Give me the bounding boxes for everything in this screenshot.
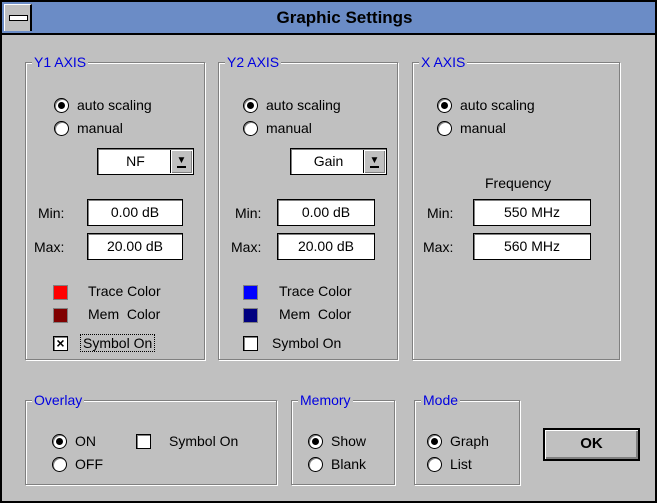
y2-trace-color-label: Trace Color (279, 283, 352, 299)
overlay-label: Overlay (32, 391, 85, 409)
y2-symbol-on-checkbox[interactable]: Symbol On (243, 333, 343, 353)
y2-auto-scaling-label: auto scaling (266, 97, 341, 113)
radio-unselected-icon (308, 456, 323, 472)
y2-min-label: Min: (235, 205, 262, 221)
mode-graph-label: Graph (450, 433, 489, 449)
y2-parameter-dropdown[interactable]: Gain ▼ (290, 148, 387, 175)
overlay-symbol-on-checkbox[interactable]: Symbol On (136, 431, 238, 451)
radio-selected-icon (437, 97, 452, 113)
radio-selected-icon (243, 97, 258, 113)
y1-min-field[interactable]: 0.00 dB (87, 199, 183, 226)
y2-axis-group: Y2 AXIS auto scaling manual Gain ▼ Min: … (218, 53, 398, 360)
x-min-field[interactable]: 550 MHz (473, 199, 591, 226)
y1-parameter-value: NF (126, 153, 145, 169)
y1-max-field[interactable]: 20.00 dB (87, 233, 183, 260)
mode-list-label: List (450, 456, 472, 472)
memory-label: Memory (298, 391, 353, 409)
x-max-field[interactable]: 560 MHz (473, 233, 591, 260)
y2-parameter-value: Gain (313, 153, 344, 169)
graphic-settings-window: Graphic Settings Y1 AXIS auto scaling ma… (0, 0, 657, 503)
overlay-off-label: OFF (75, 456, 103, 472)
checkbox-unchecked-icon (243, 335, 258, 351)
x-auto-scaling-label: auto scaling (460, 97, 535, 113)
y1-symbol-on-label: Symbol On (80, 334, 156, 352)
y2-max-field[interactable]: 20.00 dB (277, 233, 375, 260)
radio-unselected-icon (437, 120, 452, 136)
x-manual-label: manual (460, 120, 506, 136)
system-menu-button[interactable] (4, 4, 32, 31)
memory-blank-radio[interactable]: Blank (308, 454, 366, 474)
y1-symbol-on-checkbox[interactable]: × Symbol On (53, 333, 156, 353)
radio-selected-icon (308, 433, 323, 449)
title-bar: Graphic Settings (2, 2, 655, 35)
radio-unselected-icon (52, 456, 67, 472)
memory-group: Memory Show Blank (291, 391, 395, 485)
y2-max-label: Max: (231, 239, 262, 255)
ok-button[interactable]: OK (543, 428, 640, 461)
overlay-on-label: ON (75, 433, 96, 449)
mode-label: Mode (421, 391, 461, 409)
y1-axis-label: Y1 AXIS (32, 53, 89, 71)
radio-unselected-icon (243, 120, 258, 136)
mode-group: Mode Graph List (414, 391, 520, 485)
x-max-label: Max: (423, 239, 454, 255)
y2-mem-color-swatch[interactable] (243, 308, 258, 323)
y1-auto-scaling-label: auto scaling (77, 97, 152, 113)
y1-axis-group: Y1 AXIS auto scaling manual NF ▼ Min: 0.… (25, 53, 205, 360)
y1-mem-color-swatch[interactable] (53, 308, 68, 323)
x-frequency-heading: Frequency (485, 175, 552, 191)
y1-manual-radio[interactable]: manual (54, 118, 123, 138)
y2-mem-color-label: Mem Color (279, 306, 352, 322)
y1-min-label: Min: (38, 205, 65, 221)
y2-auto-scaling-radio[interactable]: auto scaling (243, 95, 341, 115)
x-min-label: Min: (427, 205, 454, 221)
y1-auto-scaling-radio[interactable]: auto scaling (54, 95, 152, 115)
y1-trace-color-label: Trace Color (88, 283, 161, 299)
memory-show-radio[interactable]: Show (308, 431, 366, 451)
system-menu-icon (9, 15, 28, 21)
memory-show-label: Show (331, 433, 367, 449)
x-axis-group: X AXIS auto scaling manual Frequency Min… (412, 53, 620, 360)
y1-mem-color-label: Mem Color (88, 306, 161, 322)
mode-list-radio[interactable]: List (427, 454, 472, 474)
y2-manual-radio[interactable]: manual (243, 118, 312, 138)
overlay-symbol-on-label: Symbol On (169, 433, 239, 449)
window-title: Graphic Settings (276, 8, 413, 27)
y2-trace-color-swatch[interactable] (243, 285, 258, 300)
radio-selected-icon (52, 433, 67, 449)
dropdown-arrow-icon[interactable]: ▼ (170, 150, 192, 173)
radio-unselected-icon (54, 120, 69, 136)
radio-selected-icon (427, 433, 442, 449)
x-auto-scaling-radio[interactable]: auto scaling (437, 95, 535, 115)
checkbox-checked-icon: × (53, 335, 68, 351)
y1-trace-color-swatch[interactable] (53, 285, 68, 300)
y1-max-label: Max: (34, 239, 65, 255)
y2-manual-label: manual (266, 120, 312, 136)
y2-symbol-on-label: Symbol On (272, 335, 342, 351)
dropdown-arrow-icon[interactable]: ▼ (363, 150, 385, 173)
radio-unselected-icon (427, 456, 442, 472)
y1-manual-label: manual (77, 120, 123, 136)
x-manual-radio[interactable]: manual (437, 118, 506, 138)
checkbox-unchecked-icon (136, 433, 151, 449)
radio-selected-icon (54, 97, 69, 113)
overlay-on-radio[interactable]: ON (52, 431, 96, 451)
memory-blank-label: Blank (331, 456, 367, 472)
overlay-group: Overlay ON OFF Symbol On (25, 391, 277, 485)
mode-graph-radio[interactable]: Graph (427, 431, 489, 451)
y1-parameter-dropdown[interactable]: NF ▼ (97, 148, 194, 175)
y2-min-field[interactable]: 0.00 dB (277, 199, 375, 226)
overlay-off-radio[interactable]: OFF (52, 454, 103, 474)
x-axis-label: X AXIS (419, 53, 468, 71)
y2-axis-label: Y2 AXIS (225, 53, 282, 71)
